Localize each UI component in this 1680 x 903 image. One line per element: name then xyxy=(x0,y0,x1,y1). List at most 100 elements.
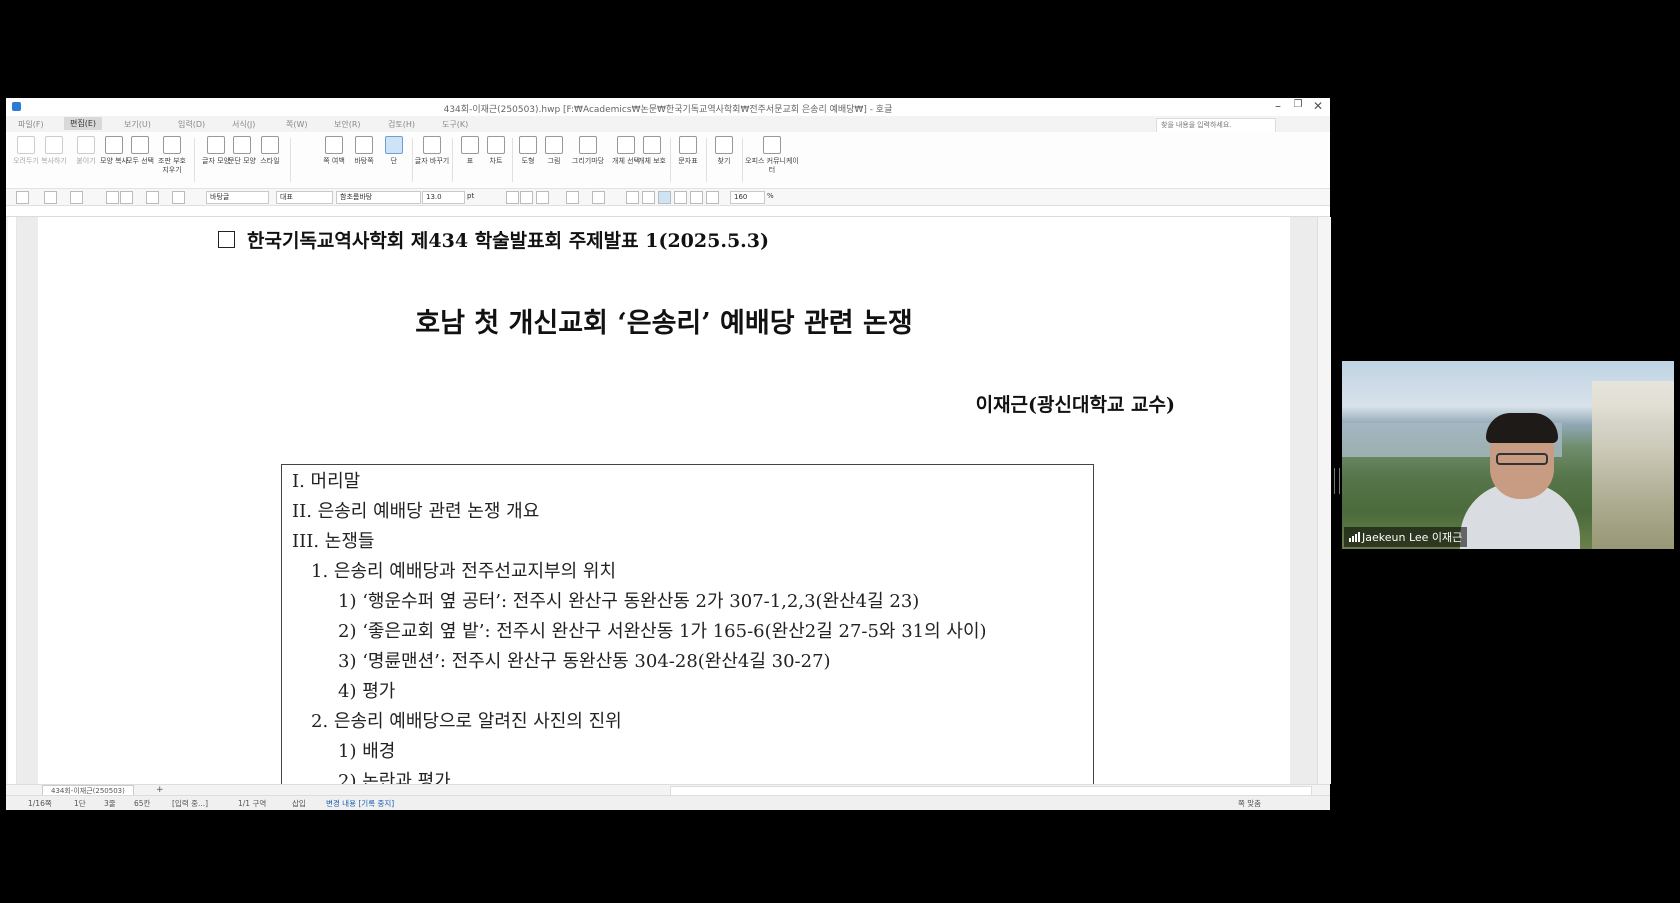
horizontal-ruler[interactable] xyxy=(6,206,1330,217)
toc-item: 3) ‘명륜맨션’: 전주시 완산구 동완산동 304-28(완산4길 30-2… xyxy=(338,651,831,672)
toolbar-divider xyxy=(194,138,195,182)
menu-review[interactable]: 검토(H) xyxy=(388,119,415,130)
style-select[interactable]: 바탕글 xyxy=(206,191,269,204)
status-track-changes[interactable]: 변경 내용 [기록 중지] xyxy=(326,798,394,809)
participant-name-tag: Jaekeun Lee 이재근 xyxy=(1344,527,1468,547)
align-left-icon[interactable] xyxy=(642,191,655,204)
status-bar: 1/16쪽 1단 3줄 65칸 [입력 중...] 1/1 구역 삽입 변경 내… xyxy=(6,795,1330,810)
document-page[interactable]: 한국기독교역사학회 제434 학술발표회 주제발표 1(2025.5.3) 호남… xyxy=(38,217,1290,784)
find-button[interactable]: 찾기 xyxy=(706,134,742,166)
toc-item: 1) 배경 xyxy=(338,741,396,762)
align-right-icon[interactable] xyxy=(674,191,687,204)
font-select[interactable]: 함초롬바탕 xyxy=(336,191,421,204)
replace-char-button[interactable]: 글자 바꾸기 xyxy=(414,134,450,166)
add-tab-button[interactable]: + xyxy=(156,785,164,795)
divide-icon[interactable] xyxy=(706,191,719,204)
italic-icon[interactable] xyxy=(520,191,533,204)
menu-bar: 파일(F) 편집(E) 보기(U) 입력(D) 서식(J) 쪽(W) 보안(R)… xyxy=(6,116,1330,133)
restore-button[interactable]: ❐ xyxy=(1288,99,1308,110)
menu-view[interactable]: 보기(U) xyxy=(124,119,151,130)
drawing-gallery-button[interactable]: 그리기마당 xyxy=(570,134,606,166)
picture-icon xyxy=(545,136,563,154)
align-justify-icon[interactable] xyxy=(626,191,639,204)
new-doc-icon[interactable] xyxy=(16,191,29,204)
redo-icon[interactable] xyxy=(172,191,185,204)
status-input-mode: [입력 중...] xyxy=(172,799,209,808)
binoculars-icon xyxy=(715,136,733,154)
toc-item: 2. 은송리 예배당으로 알려진 사진의 진위 xyxy=(311,711,622,732)
shape-icon xyxy=(519,136,537,154)
bar-chart-icon xyxy=(487,136,505,154)
close-button[interactable]: ✕ xyxy=(1308,99,1328,113)
menu-security[interactable]: 보안(R) xyxy=(334,119,361,130)
font-color-icon[interactable] xyxy=(592,191,605,204)
print-icon[interactable] xyxy=(106,191,119,204)
paste-icon xyxy=(77,136,95,154)
toolbar-divider xyxy=(742,138,743,182)
panel-resize-handle[interactable] xyxy=(1334,468,1340,494)
menu-format[interactable]: 서식(J) xyxy=(232,119,255,130)
toc-item: 1. 은송리 예배당과 전주선교지부의 위치 xyxy=(311,561,617,582)
preview-icon[interactable] xyxy=(120,191,133,204)
bold-icon[interactable] xyxy=(506,191,519,204)
lock-icon xyxy=(643,136,661,154)
toc-item: III. 논쟁들 xyxy=(292,531,375,552)
signal-bars-icon xyxy=(1349,532,1360,542)
char-shape-icon xyxy=(207,136,225,154)
page-margin-icon xyxy=(325,136,343,154)
language-select[interactable]: 대표 xyxy=(276,191,333,204)
status-line: 3줄 xyxy=(104,799,116,808)
select-all-button[interactable]: 모두 선택 xyxy=(122,134,158,166)
clear-codes-button[interactable]: 조판 부호 지우기 xyxy=(154,134,190,175)
copy-button[interactable]: 복사하기 xyxy=(36,134,72,166)
select-all-icon xyxy=(131,136,149,154)
office-communicator-button[interactable]: 오피스 커뮤니케이터 xyxy=(744,134,800,175)
style-button[interactable]: 스타일 xyxy=(252,134,288,166)
vertical-scrollbar[interactable] xyxy=(1317,217,1331,784)
undo-icon[interactable] xyxy=(146,191,159,204)
object-protect-button[interactable]: 개체 보호 xyxy=(634,134,670,166)
toolbar-divider xyxy=(290,138,291,182)
status-insert[interactable]: 삽입 xyxy=(292,798,306,809)
strikethrough-icon[interactable] xyxy=(566,191,579,204)
status-char: 65칸 xyxy=(134,799,151,808)
line-spacing-input[interactable]: 160 xyxy=(730,191,765,204)
toc-item: 4) 평가 xyxy=(338,681,396,702)
menu-tools[interactable]: 도구(K) xyxy=(442,119,468,130)
menu-file[interactable]: 파일(F) xyxy=(18,119,44,130)
toc-item: I. 머리말 xyxy=(292,471,361,492)
menu-edit[interactable]: 편집(E) xyxy=(64,117,103,130)
participant-hair xyxy=(1486,413,1558,443)
toc-item: 2) ‘좋은교회 옆 밭’: 전주시 완산구 서완산동 1가 165-6(완산2… xyxy=(338,621,987,642)
menu-search-input[interactable] xyxy=(1156,118,1276,133)
minimize-button[interactable]: – xyxy=(1268,99,1288,113)
menu-page[interactable]: 쪽(W) xyxy=(286,119,308,130)
gallery-icon xyxy=(579,136,597,154)
document-area[interactable]: 한국기독교역사학회 제434 학술발표회 주제발표 1(2025.5.3) 호남… xyxy=(17,217,1317,784)
scissors-icon xyxy=(17,136,35,154)
window-title: 434회-이재근(250503).hwp [F:₩Academics₩논문₩한국… xyxy=(443,105,893,115)
zoom-fit-select[interactable]: 쪽 맞춤 xyxy=(1238,798,1261,809)
save-icon[interactable] xyxy=(70,191,83,204)
video-tile[interactable]: Jaekeun Lee 이재근 xyxy=(1342,361,1674,549)
para-shape-icon xyxy=(233,136,251,154)
chart-button[interactable]: 차트 xyxy=(478,134,514,166)
status-page: 1/16쪽 xyxy=(28,799,52,808)
font-size-input[interactable]: 13.0 xyxy=(422,191,465,204)
vertical-ruler[interactable] xyxy=(8,217,17,784)
distribute-icon[interactable] xyxy=(690,191,703,204)
table-icon xyxy=(461,136,479,154)
open-folder-icon[interactable] xyxy=(44,191,57,204)
replace-char-icon xyxy=(423,136,441,154)
picture-button[interactable]: 그림 xyxy=(536,134,572,166)
underline-icon[interactable] xyxy=(536,191,549,204)
format-bar: 바탕글 대표 함초롬바탕 13.0 pt 160 % xyxy=(6,189,1330,206)
menu-insert[interactable]: 입력(D) xyxy=(178,119,205,130)
align-center-icon[interactable] xyxy=(658,191,671,204)
status-section: 1/1 구역 xyxy=(238,799,267,808)
column-button[interactable]: 단 xyxy=(376,134,412,166)
document-title: 호남 첫 개신교회 ‘은송리’ 예배당 관련 논쟁 xyxy=(415,308,913,339)
char-map-button[interactable]: 문자표 xyxy=(670,134,706,166)
format-painter-icon xyxy=(105,136,123,154)
main-toolbar: 오려두기 복사하기 붙이기 모양 복사 모두 선택 조판 부호 지우기 글자 모… xyxy=(6,132,1330,189)
